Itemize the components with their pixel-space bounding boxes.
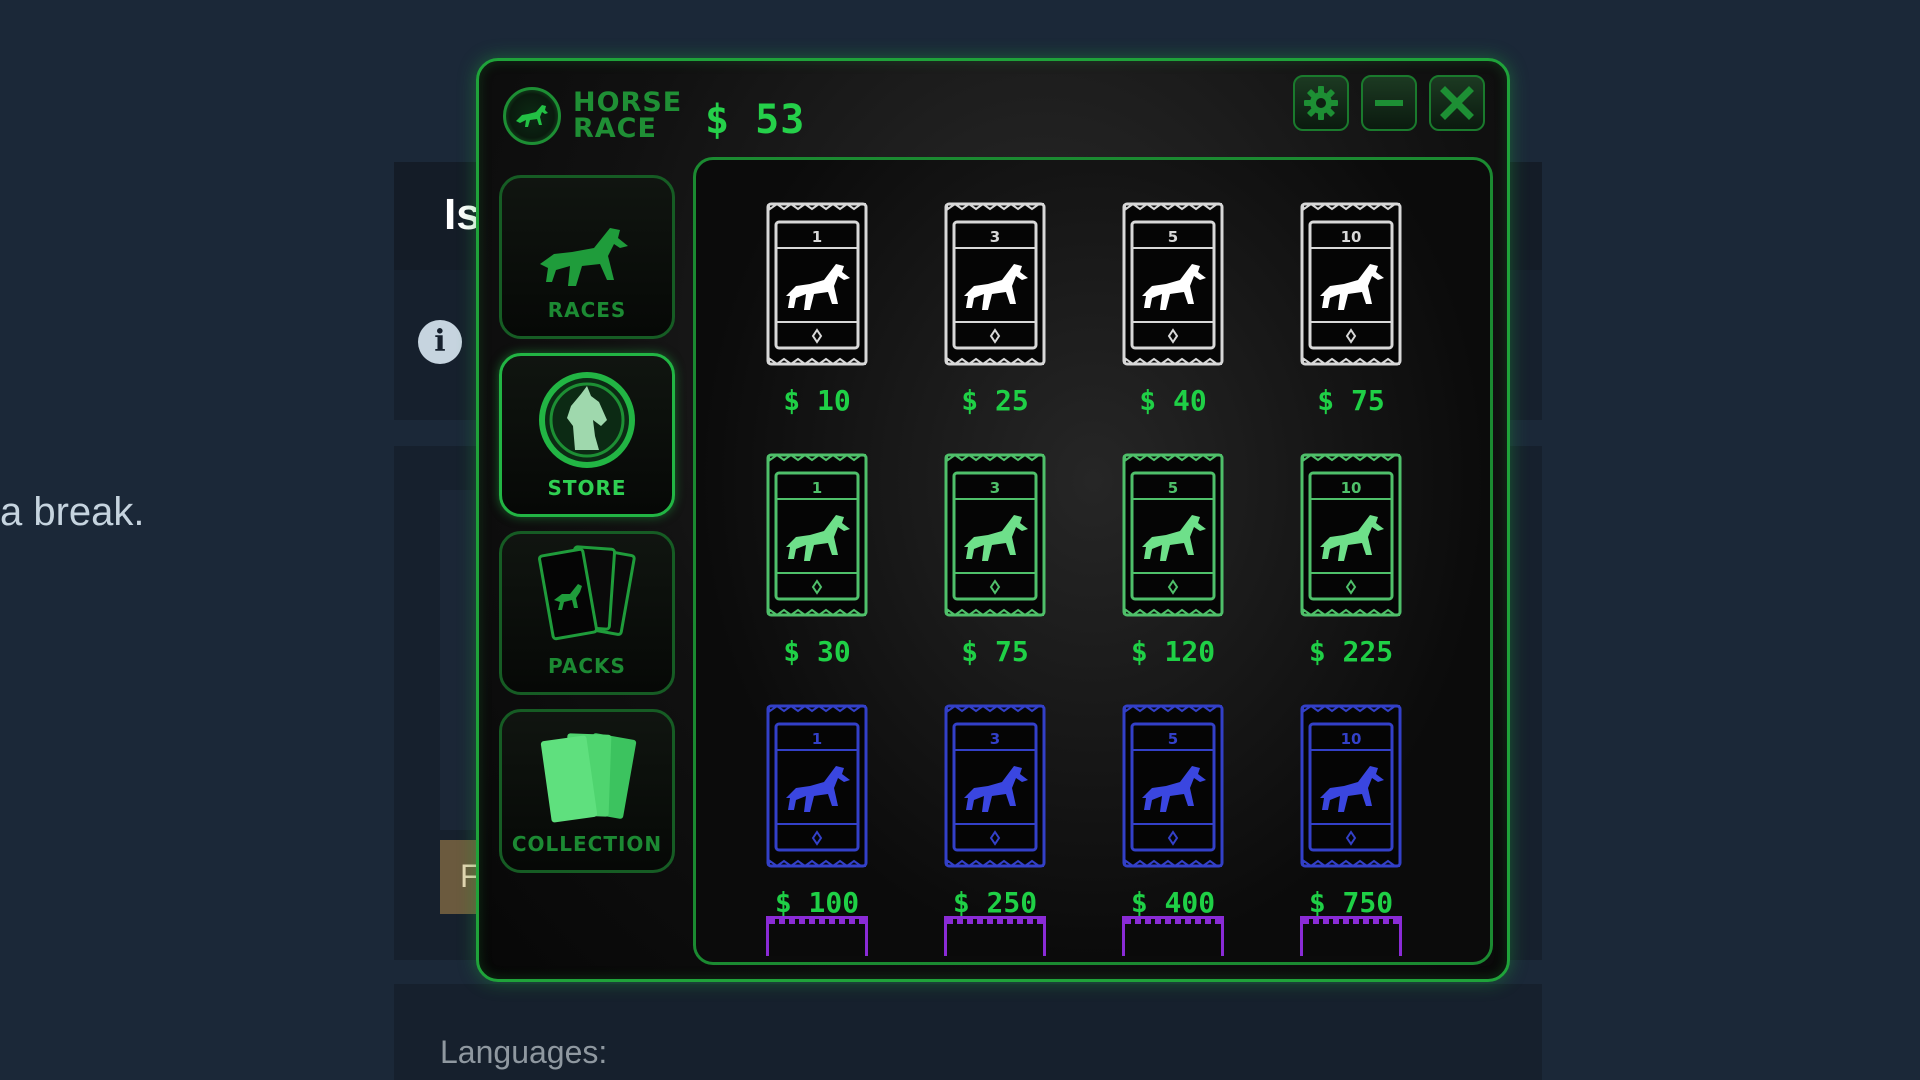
horse-icon (540, 228, 628, 286)
pack-count: 10 (1341, 479, 1362, 497)
pack-card-icon: 5 (1122, 202, 1224, 366)
pack-count: 10 (1341, 730, 1362, 748)
pack-count: 3 (990, 228, 1000, 246)
pack-price: $ 400 (1130, 886, 1216, 919)
packs-icon (538, 545, 636, 641)
pack-card-icon: 3 (944, 202, 1046, 366)
horse-logo-icon (503, 87, 561, 145)
store-panel: 1 $ 10 3 $ 25 5 $ 40 10 $ 75 1 $ 30 3 $ 75 5 $ 120 10 $… (693, 157, 1493, 965)
minimize-button[interactable] (1361, 75, 1417, 131)
pack-price: $ 30 (783, 635, 851, 668)
pack-white-1[interactable]: 1 $ 10 (766, 200, 868, 417)
pack-green-1[interactable]: 1 $ 30 (766, 451, 868, 668)
pack-card-icon: 1 (766, 453, 868, 617)
pack-price: $ 25 (961, 384, 1029, 417)
pack-card-icon: 10 (1300, 202, 1402, 366)
pack-price: $ 40 (1139, 384, 1207, 417)
pack-green-5[interactable]: 5 $ 120 (1122, 451, 1224, 668)
pack-blue-10[interactable]: 10 $ 750 (1300, 702, 1402, 919)
pack-count: 1 (812, 228, 822, 246)
pack-count: 3 (990, 479, 1000, 497)
pack-price: $ 750 (1308, 886, 1394, 919)
pack-count: 5 (1168, 730, 1178, 748)
gear-icon (1304, 86, 1338, 120)
pack-card-icon: 5 (1122, 704, 1224, 868)
pack-card-icon: 10 (1300, 453, 1402, 617)
background-button[interactable]: F (440, 840, 480, 914)
pack-purple-partial[interactable] (944, 916, 1046, 956)
sidebar-item-races[interactable]: RACES (499, 175, 675, 339)
pack-grid: 1 $ 10 3 $ 25 5 $ 40 10 $ 75 1 $ 30 3 $ 75 5 $ 120 10 $… (766, 200, 1402, 919)
brand: HORSE RACE (503, 87, 682, 145)
pack-count: 1 (812, 479, 822, 497)
pack-purple-partial[interactable] (1122, 916, 1224, 956)
pack-white-10[interactable]: 10 $ 75 (1300, 200, 1402, 417)
background-text: a break. (0, 490, 145, 534)
close-button[interactable] (1429, 75, 1485, 131)
pack-blue-3[interactable]: 3 $ 250 (944, 702, 1046, 919)
close-icon (1440, 86, 1474, 120)
pack-green-3[interactable]: 3 $ 75 (944, 451, 1046, 668)
pack-card-icon: 3 (944, 704, 1046, 868)
pack-count: 10 (1341, 228, 1362, 246)
settings-button[interactable] (1293, 75, 1349, 131)
sidebar-item-label: STORE (547, 476, 627, 500)
pack-card-icon: 3 (944, 453, 1046, 617)
pack-purple-partial[interactable] (766, 916, 868, 956)
horse-head-icon (539, 372, 635, 468)
pack-card-icon: 1 (766, 202, 868, 366)
pack-count: 5 (1168, 228, 1178, 246)
info-icon: i (418, 320, 462, 364)
sidebar-item-label: RACES (547, 298, 627, 322)
minimize-icon (1375, 100, 1403, 106)
pack-count: 3 (990, 730, 1000, 748)
pack-card-icon: 10 (1300, 704, 1402, 868)
horse-race-window: HORSE RACE $ 53 RACES STORE PACKS COLLEC… (476, 58, 1510, 982)
sidebar-item-collection[interactable]: COLLECTION (499, 709, 675, 873)
sidebar-item-packs[interactable]: PACKS (499, 531, 675, 695)
brand-line-2: RACE (573, 113, 657, 144)
next-row-partial (766, 916, 1402, 956)
languages-label: Languages: (440, 1034, 608, 1070)
sidebar-item-label: PACKS (548, 654, 626, 678)
pack-blue-5[interactable]: 5 $ 400 (1122, 702, 1224, 919)
pack-green-10[interactable]: 10 $ 225 (1300, 451, 1402, 668)
sidebar-item-label: COLLECTION (511, 832, 663, 856)
window-controls (1293, 75, 1485, 131)
brand-name: HORSE RACE (573, 89, 682, 144)
pack-price: $ 75 (961, 635, 1029, 668)
pack-blue-1[interactable]: 1 $ 100 (766, 702, 868, 919)
pack-price: $ 100 (774, 886, 860, 919)
pack-price: $ 250 (952, 886, 1038, 919)
pack-card-icon: 1 (766, 704, 868, 868)
pack-purple-partial[interactable] (1300, 916, 1402, 956)
cards-icon (540, 733, 637, 823)
pack-white-5[interactable]: 5 $ 40 (1122, 200, 1224, 417)
pack-price: $ 75 (1317, 384, 1385, 417)
pack-price: $ 10 (783, 384, 851, 417)
pack-count: 5 (1168, 479, 1178, 497)
pack-count: 1 (812, 730, 822, 748)
balance: $ 53 (705, 97, 806, 143)
pack-price: $ 120 (1130, 635, 1216, 668)
pack-card-icon: 5 (1122, 453, 1224, 617)
pack-price: $ 225 (1308, 635, 1394, 668)
pack-white-3[interactable]: 3 $ 25 (944, 200, 1046, 417)
sidebar-item-store[interactable]: STORE (499, 353, 675, 517)
